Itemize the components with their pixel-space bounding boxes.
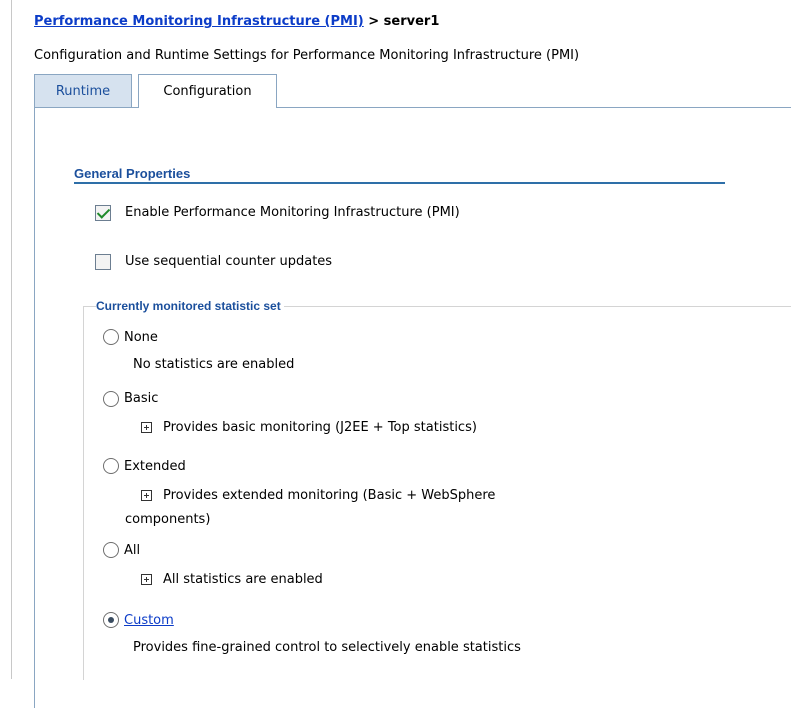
- radio-extended[interactable]: [103, 458, 119, 474]
- basic-expand-icon[interactable]: [141, 422, 152, 433]
- sequential-updates-label: Use sequential counter updates: [125, 254, 333, 269]
- radio-none[interactable]: [103, 329, 119, 345]
- all-description: All statistics are enabled: [163, 572, 323, 587]
- statistic-set-legend: Currently monitored statistic set: [96, 299, 284, 313]
- page-description: Configuration and Runtime Settings for P…: [34, 48, 580, 63]
- radio-basic-label: Basic: [124, 391, 159, 406]
- tab-runtime[interactable]: Runtime: [34, 74, 132, 107]
- radio-all-label: All: [124, 543, 141, 558]
- general-properties-divider: [74, 182, 725, 184]
- breadcrumb-separator: >: [363, 14, 384, 29]
- radio-basic[interactable]: [103, 391, 119, 407]
- radio-none-label: None: [124, 330, 158, 345]
- breadcrumb: Performance Monitoring Infrastructure (P…: [34, 14, 439, 29]
- breadcrumb-current: server1: [383, 14, 440, 29]
- sequential-updates-checkbox[interactable]: [95, 254, 111, 270]
- general-properties-heading: General Properties: [74, 166, 191, 181]
- radio-extended-label: Extended: [124, 459, 186, 474]
- custom-link[interactable]: Custom: [124, 613, 174, 628]
- custom-description: Provides fine-grained control to selecti…: [133, 640, 521, 655]
- enable-pmi-label: Enable Performance Monitoring Infrastruc…: [125, 205, 460, 220]
- none-description: No statistics are enabled: [133, 357, 295, 372]
- enable-pmi-checkbox[interactable]: [95, 205, 111, 221]
- basic-description: Provides basic monitoring (J2EE + Top st…: [163, 420, 477, 435]
- extended-description-line1: Provides extended monitoring (Basic + We…: [163, 488, 496, 503]
- extended-expand-icon[interactable]: [141, 490, 152, 501]
- all-expand-icon[interactable]: [141, 574, 152, 585]
- tab-configuration[interactable]: Configuration: [138, 74, 277, 108]
- page-left-border: [11, 0, 12, 679]
- radio-custom[interactable]: [103, 612, 119, 628]
- extended-description-line2: components): [125, 512, 211, 527]
- breadcrumb-pmi-link[interactable]: Performance Monitoring Infrastructure (P…: [34, 14, 364, 29]
- radio-all[interactable]: [103, 542, 119, 558]
